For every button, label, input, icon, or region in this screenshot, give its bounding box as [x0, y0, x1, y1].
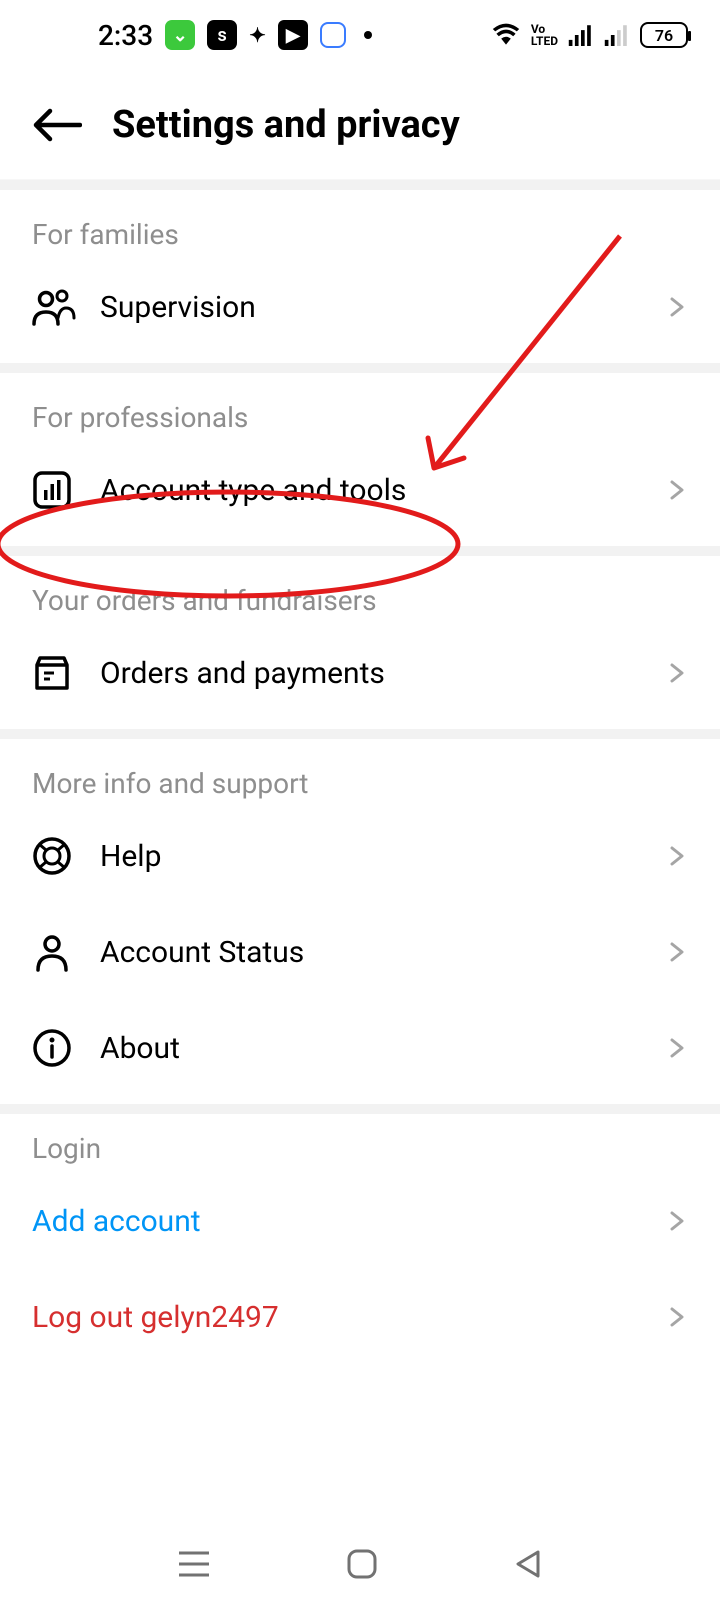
section-header-support: More info and support — [0, 767, 720, 808]
menu-label: Log out gelyn2497 — [32, 1300, 664, 1335]
section-login: Login Add account Log out gelyn2497 — [0, 1114, 720, 1365]
chevron-right-icon — [664, 661, 688, 685]
status-dot — [364, 31, 372, 39]
menu-orders-payments[interactable]: Orders and payments — [0, 625, 720, 721]
menu-add-account[interactable]: Add account — [0, 1173, 720, 1269]
orders-icon — [32, 653, 88, 693]
page-title: Settings and privacy — [112, 103, 460, 147]
menu-label: Account Status — [88, 935, 664, 970]
divider — [0, 363, 720, 373]
nav-home-icon[interactable] — [346, 1548, 378, 1580]
account-type-icon — [32, 470, 88, 510]
signal-2-icon — [604, 24, 630, 46]
app-icon-4 — [320, 22, 346, 48]
battery-level: 76 — [655, 26, 673, 45]
back-arrow-icon[interactable] — [32, 105, 82, 145]
status-bar: 2:33 ⌄ s ✦ ▶ VoLTED 76 — [0, 0, 720, 70]
chevron-right-icon — [664, 1305, 688, 1329]
section-header-orders: Your orders and fundraisers — [0, 584, 720, 625]
nav-recents-icon[interactable] — [177, 1549, 211, 1579]
system-nav-bar — [0, 1528, 720, 1600]
divider — [0, 546, 720, 556]
chevron-right-icon — [664, 1209, 688, 1233]
status-right: VoLTED 76 — [491, 22, 688, 48]
menu-label: Account type and tools — [88, 473, 664, 508]
section-professionals: For professionals Account type and tools — [0, 373, 720, 538]
chevron-right-icon — [664, 1036, 688, 1060]
divider — [0, 1104, 720, 1114]
section-families: For families Supervision — [0, 190, 720, 355]
supervision-icon — [32, 288, 88, 326]
menu-about[interactable]: About — [0, 1000, 720, 1096]
section-support: More info and support Help Account Statu… — [0, 739, 720, 1096]
divider — [0, 729, 720, 739]
menu-label: About — [88, 1031, 664, 1066]
menu-help[interactable]: Help — [0, 808, 720, 904]
youtube-icon: ▶ — [278, 20, 308, 50]
menu-account-type-and-tools[interactable]: Account type and tools — [0, 442, 720, 538]
menu-label: Supervision — [88, 290, 664, 325]
app-icon-1: ⌄ — [165, 20, 195, 50]
wifi-icon — [491, 23, 521, 47]
chevron-right-icon — [664, 478, 688, 502]
volte-icon: VoLTED — [531, 23, 558, 47]
menu-logout[interactable]: Log out gelyn2497 — [0, 1269, 720, 1365]
status-time: 2:33 — [98, 19, 153, 52]
section-orders: Your orders and fundraisers Orders and p… — [0, 556, 720, 721]
app-header: Settings and privacy — [0, 70, 720, 180]
section-header-professionals: For professionals — [0, 401, 720, 442]
signal-1-icon — [568, 24, 594, 46]
menu-label: Add account — [32, 1204, 664, 1239]
help-icon — [32, 836, 88, 876]
chevron-right-icon — [664, 295, 688, 319]
battery-icon: 76 — [640, 22, 688, 48]
section-header-families: For families — [0, 218, 720, 259]
app-icon-3: ✦ — [249, 23, 266, 47]
divider — [0, 180, 720, 190]
about-icon — [32, 1028, 88, 1068]
app-icon-2: s — [207, 20, 237, 50]
section-header-login: Login — [0, 1132, 720, 1173]
menu-label: Orders and payments — [88, 656, 664, 691]
menu-account-status[interactable]: Account Status — [0, 904, 720, 1000]
chevron-right-icon — [664, 940, 688, 964]
chevron-right-icon — [664, 844, 688, 868]
account-status-icon — [32, 932, 88, 972]
menu-supervision[interactable]: Supervision — [0, 259, 720, 355]
menu-label: Help — [88, 839, 664, 874]
nav-back-icon[interactable] — [513, 1549, 543, 1579]
status-left: 2:33 ⌄ s ✦ ▶ — [98, 19, 372, 52]
